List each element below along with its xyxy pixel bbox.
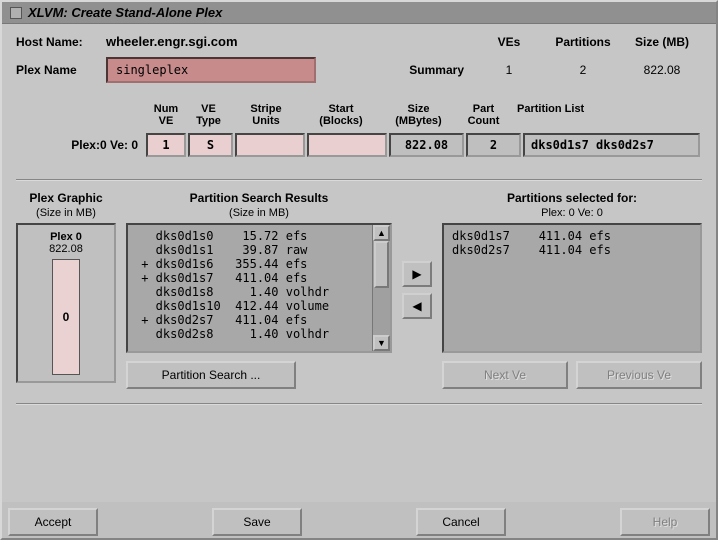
accept-button[interactable]: Accept — [8, 508, 98, 536]
col-size-header: Size (MBytes) — [381, 101, 456, 129]
help-button[interactable]: Help — [620, 508, 710, 536]
search-results-title: Partition Search Results — [126, 191, 392, 205]
plex-graphic-title: Plex Graphic — [16, 191, 116, 205]
row-label: Plex:0 Ve: 0 — [16, 133, 146, 157]
titlebar[interactable]: XLVM: Create Stand-Alone Plex — [2, 2, 716, 24]
arrow-left-icon: ◀ — [412, 299, 421, 313]
scroll-down-icon[interactable]: ▼ — [373, 335, 390, 351]
save-button[interactable]: Save — [212, 508, 302, 536]
summary-parts-value: 2 — [580, 63, 587, 77]
plex-graphic-box: Plex 0 822.08 0 — [16, 223, 116, 383]
vetype-cell[interactable]: S — [188, 133, 233, 157]
col-plist-header: Partition List — [511, 101, 702, 129]
scroll-track[interactable] — [373, 241, 390, 335]
col-numve-header: Num VE — [146, 101, 186, 129]
host-name-label: Host Name: — [16, 35, 106, 49]
plist-cell: dks0d1s7 dks0d2s7 — [523, 133, 700, 157]
summary-ves-header: VEs — [498, 35, 521, 49]
next-ve-button[interactable]: Next Ve — [442, 361, 568, 389]
plex-graphic-bar: 0 — [52, 259, 80, 375]
selected-sub: Plex: 0 Ve: 0 — [442, 207, 702, 219]
stripe-cell[interactable] — [235, 133, 305, 157]
search-results-sub: (Size in MB) — [126, 207, 392, 219]
size-cell: 822.08 — [389, 133, 464, 157]
table-row: Plex:0 Ve: 0 1 S 822.08 2 dks0d1s7 dks0d… — [16, 133, 702, 157]
scroll-up-icon[interactable]: ▲ — [373, 225, 390, 241]
previous-ve-button[interactable]: Previous Ve — [576, 361, 702, 389]
summary-size-value: 822.08 — [644, 63, 681, 77]
summary-label: Summary — [409, 63, 464, 77]
col-partcount-header: Part Count — [456, 101, 511, 129]
summary-parts-header: Partitions — [555, 35, 610, 49]
scroll-thumb[interactable] — [374, 241, 389, 288]
scrollbar[interactable]: ▲ ▼ — [372, 225, 390, 351]
arrow-right-icon: ▶ — [412, 267, 421, 281]
search-results-list[interactable]: dks0d1s0 15.72 efs dks0d1s1 39.87 raw + … — [128, 225, 372, 351]
host-name-value: wheeler.engr.sgi.com — [106, 34, 238, 49]
window-title: XLVM: Create Stand-Alone Plex — [28, 5, 222, 20]
selected-list[interactable]: dks0d1s7 411.04 efs dks0d2s7 411.04 efs — [442, 223, 702, 353]
system-menu-icon[interactable] — [10, 7, 22, 19]
plex-name-input[interactable]: singleplex — [106, 57, 316, 83]
cancel-button[interactable]: Cancel — [416, 508, 506, 536]
remove-partition-button[interactable]: ◀ — [402, 293, 432, 319]
col-start-header: Start (Blocks) — [301, 101, 381, 129]
start-cell[interactable] — [307, 133, 387, 157]
summary-size-header: Size (MB) — [635, 35, 689, 49]
plex-graphic-sub: (Size in MB) — [16, 207, 116, 219]
numve-cell[interactable]: 1 — [146, 133, 186, 157]
add-partition-button[interactable]: ▶ — [402, 261, 432, 287]
selected-title: Partitions selected for: — [442, 191, 702, 205]
partcount-cell: 2 — [466, 133, 521, 157]
plex-graphic-size: 822.08 — [49, 243, 83, 255]
col-vetype-header: VE Type — [186, 101, 231, 129]
plex-graphic-label: Plex 0 — [50, 231, 82, 243]
col-stripe-header: Stripe Units — [231, 101, 301, 129]
summary-ves-value: 1 — [506, 63, 513, 77]
plex-name-label: Plex Name — [16, 63, 106, 77]
partition-search-button[interactable]: Partition Search ... — [126, 361, 296, 389]
